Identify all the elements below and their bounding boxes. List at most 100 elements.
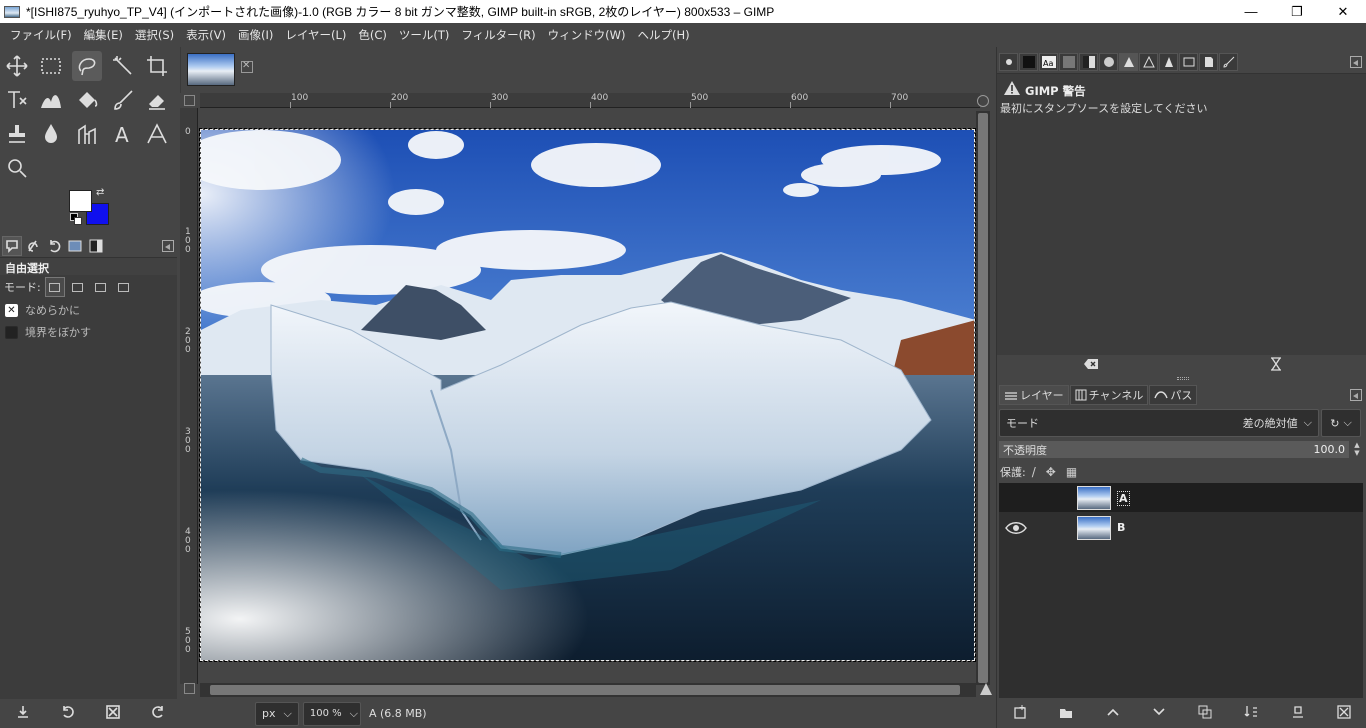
save-options-icon[interactable]	[16, 705, 30, 722]
merge-layer-icon[interactable]	[1244, 705, 1258, 722]
fuzzy-select-tool-icon[interactable]	[108, 51, 138, 81]
eye-visibility-icon[interactable]	[1005, 521, 1027, 535]
feather-checkbox[interactable]	[5, 325, 18, 339]
unified-transform-tool-icon[interactable]	[2, 85, 32, 115]
menu-help[interactable]: ヘルプ(H)	[631, 27, 695, 43]
layer-row-a[interactable]: A	[999, 483, 1363, 512]
device-status-tab-icon[interactable]	[23, 236, 43, 256]
vertical-scrollbar[interactable]	[976, 111, 990, 685]
layer-name[interactable]: A	[1117, 491, 1130, 506]
colors-tab-icon[interactable]	[1099, 53, 1118, 71]
dock-separator[interactable]	[1177, 377, 1189, 380]
zoom-tool-icon[interactable]	[2, 153, 32, 183]
zoom-selector[interactable]: 100 % ⌵	[302, 701, 361, 726]
fg-select-tab-icon[interactable]	[1139, 53, 1158, 71]
patterns-tab-icon[interactable]	[1019, 53, 1038, 71]
brushes-tab-icon[interactable]	[999, 53, 1018, 71]
brush-tab-icon[interactable]	[1219, 53, 1238, 71]
templates-tab-icon[interactable]	[1179, 53, 1198, 71]
palettes-tab-icon[interactable]	[1059, 53, 1078, 71]
tool-options-tab-icon[interactable]	[2, 236, 22, 256]
duplicate-layer-icon[interactable]	[1198, 705, 1212, 722]
vertical-scroll-thumb[interactable]	[978, 113, 988, 683]
fonts-tab-icon[interactable]: Aa	[1039, 53, 1058, 71]
measure-tool-icon[interactable]	[142, 119, 172, 149]
reset-options-icon[interactable]	[151, 705, 165, 722]
mode-replace-icon[interactable]	[44, 277, 65, 297]
eraser-tool-icon[interactable]	[142, 85, 172, 115]
opacity-slider[interactable]: 不透明度 100.0	[999, 441, 1349, 458]
tab-layers[interactable]: レイヤー	[999, 385, 1069, 405]
warp-transform-tool-icon[interactable]	[36, 85, 66, 115]
paintbrush-tool-icon[interactable]	[108, 85, 138, 115]
lock-alpha-icon[interactable]: ▦	[1066, 465, 1077, 479]
document-tab-icon[interactable]	[1199, 53, 1218, 71]
feather-row[interactable]: 境界をぼかす	[0, 321, 177, 343]
raise-layer-icon[interactable]	[1106, 705, 1120, 722]
free-select-tool-icon[interactable]	[72, 51, 102, 81]
menu-filters[interactable]: フィルター(R)	[455, 27, 541, 43]
unit-selector[interactable]: px ⌵	[255, 701, 299, 726]
crop-tool-icon[interactable]	[142, 51, 172, 81]
mode-add-icon[interactable]	[68, 277, 88, 297]
gradients-tab-icon[interactable]	[1079, 53, 1098, 71]
text-tool-icon[interactable]: A	[108, 119, 138, 149]
menu-layer[interactable]: レイヤー(L)	[279, 27, 352, 43]
new-layer-icon[interactable]	[1013, 705, 1027, 722]
tab-channels[interactable]: チャンネル	[1069, 385, 1149, 405]
layers-dock-menu-icon[interactable]	[1350, 389, 1362, 401]
restore-options-icon[interactable]	[61, 705, 75, 722]
opacity-spin-buttons[interactable]: ▲ ▼	[1351, 441, 1363, 458]
horizontal-scroll-thumb[interactable]	[210, 685, 960, 695]
swap-colors-icon[interactable]: ⇄	[96, 187, 104, 198]
lock-position-icon[interactable]: ✥	[1046, 465, 1056, 479]
menu-colors[interactable]: 色(C)	[352, 27, 393, 43]
close-image-tab-icon[interactable]	[241, 60, 253, 73]
move-tool-icon[interactable]	[2, 51, 32, 81]
layer-mask-icon[interactable]	[1291, 705, 1305, 722]
save-errors-icon[interactable]	[1270, 356, 1282, 374]
layer-mode-dropdown[interactable]: モード 差の絶対値 ⌵	[999, 409, 1319, 437]
menu-image[interactable]: 画像(I)	[232, 27, 279, 43]
right-dock-menu-icon[interactable]	[1350, 56, 1362, 68]
horizontal-scrollbar[interactable]	[200, 683, 976, 697]
layer-mode-switch-button[interactable]: ↻ ⌵	[1321, 409, 1361, 437]
minimize-button[interactable]: —	[1228, 0, 1274, 23]
lower-layer-icon[interactable]	[1152, 705, 1166, 722]
clear-errors-icon[interactable]	[1083, 358, 1099, 373]
foreground-color-swatch[interactable]	[69, 190, 92, 212]
layer-name[interactable]: B	[1117, 521, 1125, 534]
delete-options-icon[interactable]	[105, 705, 120, 722]
quick-mask-toggle-icon[interactable]	[184, 683, 195, 694]
navigate-image-icon[interactable]	[980, 683, 992, 695]
menu-windows[interactable]: ウィンドウ(W)	[542, 27, 632, 43]
delete-layer-icon[interactable]	[1337, 705, 1351, 722]
maximize-button[interactable]: ❐	[1274, 0, 1320, 23]
text-tab-icon[interactable]	[1159, 53, 1178, 71]
zoom-to-fit-icon[interactable]	[977, 95, 989, 107]
gradients-tab-icon[interactable]	[86, 236, 106, 256]
layer-row-b[interactable]: B	[999, 513, 1363, 542]
menu-file[interactable]: ファイル(F)	[4, 27, 78, 43]
rect-select-tool-icon[interactable]	[36, 51, 66, 81]
antialias-row[interactable]: ✕ なめらかに	[0, 299, 177, 321]
new-layer-group-icon[interactable]	[1059, 705, 1073, 722]
undo-history-tab-icon[interactable]	[44, 236, 64, 256]
canvas-image[interactable]	[199, 128, 976, 662]
smudge-tool-icon[interactable]	[72, 119, 102, 149]
menu-edit[interactable]: 編集(E)	[78, 27, 129, 43]
mode-subtract-icon[interactable]	[91, 277, 111, 297]
default-colors-icon[interactable]	[70, 213, 82, 225]
blur-tool-icon[interactable]	[36, 119, 66, 149]
tool-options-menu-icon[interactable]	[162, 240, 174, 252]
menu-tools[interactable]: ツール(T)	[393, 27, 456, 43]
images-tab-icon[interactable]	[65, 236, 85, 256]
menu-select[interactable]: 選択(S)	[129, 27, 180, 43]
tab-paths[interactable]: パス	[1149, 385, 1198, 405]
warning-tab-icon[interactable]	[1119, 53, 1138, 71]
clone-tool-icon[interactable]	[2, 119, 32, 149]
mode-intersect-icon[interactable]	[114, 277, 134, 297]
antialias-checkbox[interactable]: ✕	[5, 303, 18, 317]
bucket-fill-tool-icon[interactable]	[72, 85, 102, 115]
close-button[interactable]: ✕	[1320, 0, 1366, 23]
